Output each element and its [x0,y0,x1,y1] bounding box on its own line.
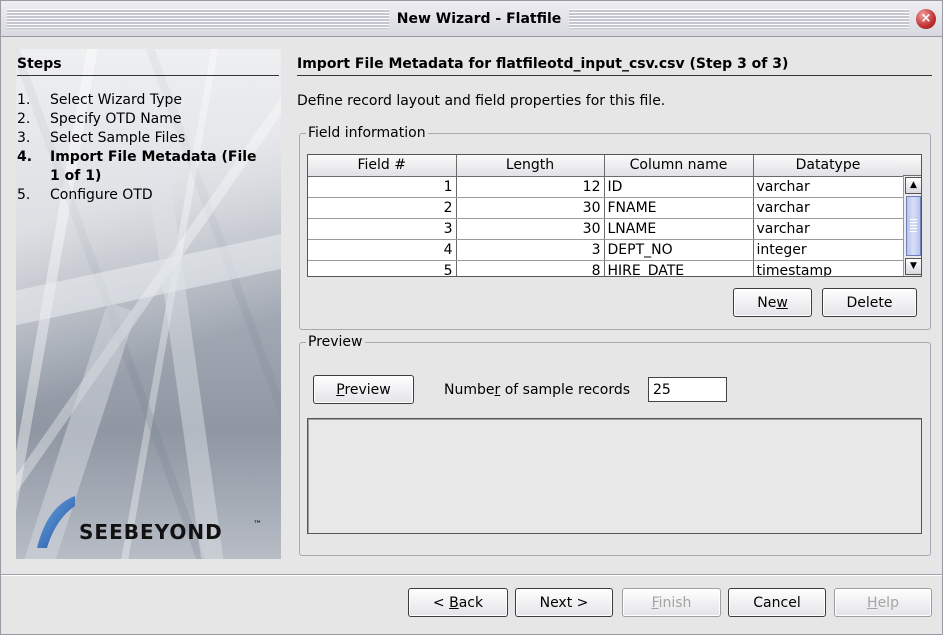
table-row[interactable]: 2 30 FNAME varchar [308,197,904,219]
field-grid: Field # Length Column name Datatype 1 12… [308,155,904,276]
cell-field-number[interactable]: 3 [308,218,457,240]
new-field-button[interactable]: New [733,288,812,317]
sample-records-input[interactable] [648,377,727,402]
cell-length[interactable]: 30 [456,218,605,240]
column-header-field-number[interactable]: Field # [308,155,457,177]
label-text: Numbe [444,382,495,398]
wizard-window: New Wizard - Flatfile × Steps 1. Select W… [0,0,943,635]
step-number: 3. [17,130,31,146]
cell-length[interactable]: 12 [456,176,605,198]
column-header-length[interactable]: Length [456,155,605,177]
column-header-datatype[interactable]: Datatype [753,155,904,177]
column-header-column-name[interactable]: Column name [604,155,754,177]
scroll-down-arrow-icon[interactable]: ▼ [905,258,921,275]
table-row[interactable]: 3 30 LNAME varchar [308,218,904,240]
cell-column-name[interactable]: DEPT_NO [604,239,754,261]
button-mnemonic: H [867,595,878,611]
logo-trademark: ™ [253,520,262,530]
seebeyond-logo-mark-icon [37,496,75,548]
step-label: Configure OTD [50,187,153,203]
step-item: 3. Select Sample Files [17,129,267,148]
table-row[interactable]: 4 3 DEPT_NO integer [308,239,904,261]
table-row[interactable]: 1 12 ID varchar [308,176,904,198]
cell-field-number[interactable]: 1 [308,176,457,198]
cell-column-name[interactable]: HIRE_DATE [604,260,754,276]
step-label: Select Sample Files [50,130,186,146]
preview-output-area [307,418,922,534]
title-bar[interactable]: New Wizard - Flatfile × [1,1,942,37]
step-number: 4. [17,149,33,165]
cell-field-number[interactable]: 5 [308,260,457,276]
preview-button[interactable]: Preview [313,375,414,404]
field-table: Field # Length Column name Datatype 1 12… [307,154,922,277]
button-label: < [432,595,450,611]
logo-wordmark: SEEBEYOND [79,520,223,544]
table-header-row: Field # Length Column name Datatype [308,155,904,177]
cell-datatype[interactable]: varchar [753,218,904,240]
button-label: ack [458,595,484,611]
cell-datatype[interactable]: varchar [753,176,904,198]
button-mnemonic: F [651,595,659,611]
cell-field-number[interactable]: 4 [308,239,457,261]
step-label: Import File Metadata (File 1 of 1) [50,149,257,184]
cell-length[interactable]: 8 [456,260,605,276]
step-number: 5. [17,187,31,203]
steps-list: 1. Select Wizard Type 2. Specify OTD Name … [17,91,267,205]
window-title: New Wizard - Flatfile [396,11,562,27]
button-mnemonic: w [776,295,788,311]
cell-column-name[interactable]: ID [604,176,754,198]
steps-heading: Steps [17,56,279,76]
step-item: 2. Specify OTD Name [17,110,267,129]
cell-datatype[interactable]: varchar [753,197,904,219]
cell-datatype[interactable]: timestamp [753,260,904,276]
step-label: Specify OTD Name [50,111,182,127]
close-icon[interactable]: × [916,9,936,29]
cell-length[interactable]: 3 [456,239,605,261]
step-item-current: 4. Import File Metadata (File 1 of 1) [17,148,267,186]
cell-column-name[interactable]: FNAME [604,197,754,219]
step-item: 1. Select Wizard Type [17,91,267,110]
delete-field-button[interactable]: Delete [822,288,917,317]
background-highway-graphic [16,219,281,333]
step-label: Select Wizard Type [50,92,182,108]
seebeyond-logo: SEEBEYOND ™ [33,494,273,550]
page-description: Define record layout and field propertie… [297,93,666,109]
button-label: Ne [757,295,777,311]
table-vertical-scrollbar[interactable]: ▲ ▼ [903,176,921,276]
button-label: review [344,382,391,398]
sample-records-label: Number of sample records [444,382,630,398]
page-title: Import File Metadata for flatfileotd_inp… [297,56,932,76]
cell-column-name[interactable]: LNAME [604,218,754,240]
step-number: 2. [17,111,31,127]
cell-field-number[interactable]: 2 [308,197,457,219]
back-button[interactable]: < Back [408,588,508,617]
preview-legend: Preview [308,334,363,350]
button-mnemonic: B [449,595,459,611]
table-row[interactable]: 5 8 HIRE_DATE timestamp [308,260,904,276]
cell-datatype[interactable]: integer [753,239,904,261]
button-label: inish [658,595,692,611]
step-item: 5. Configure OTD [17,186,267,205]
cancel-button[interactable]: Cancel [728,588,826,617]
finish-button[interactable]: Finish [622,588,721,617]
title-bar-stripes-right [569,9,909,29]
next-button[interactable]: Next > [515,588,613,617]
field-information-legend: Field information [308,125,426,141]
help-button[interactable]: Help [834,588,932,617]
cell-length[interactable]: 30 [456,197,605,219]
footer-divider [1,574,942,576]
table-header-corner [903,155,921,176]
step-number: 1. [17,92,31,108]
title-bar-stripes-left [7,9,389,29]
button-label: elp [877,595,899,611]
scrollbar-thumb[interactable] [906,196,921,256]
scroll-up-arrow-icon[interactable]: ▲ [905,177,921,194]
label-text: of sample records [500,382,631,398]
